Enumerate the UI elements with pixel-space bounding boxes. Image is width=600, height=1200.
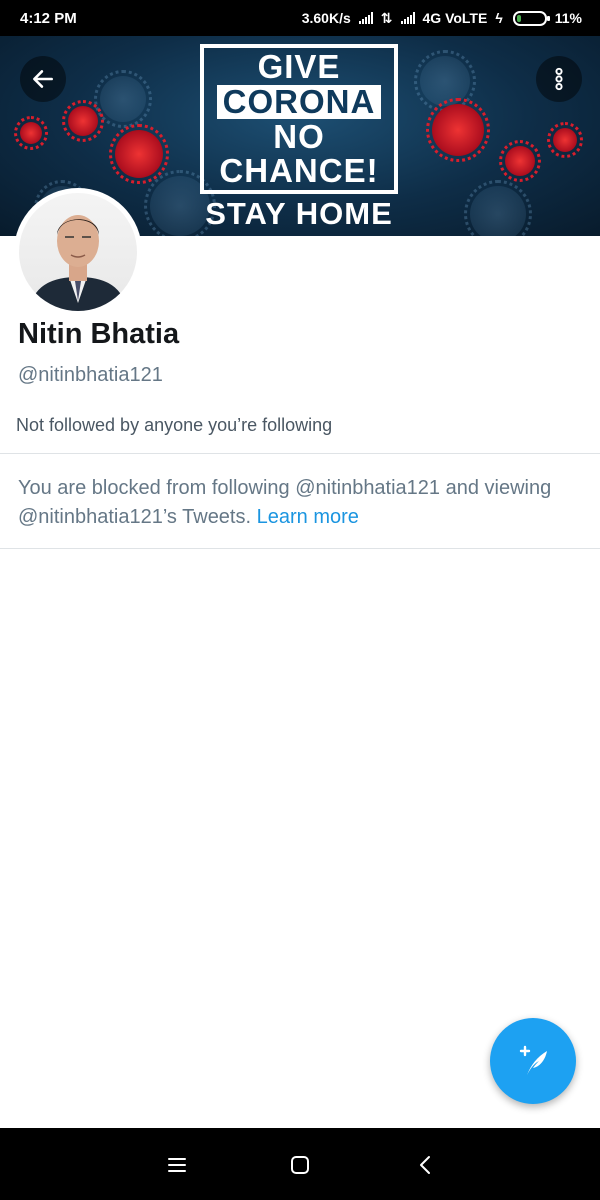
virus-image [109, 124, 169, 184]
menu-icon [168, 1158, 186, 1172]
virus-image [94, 70, 152, 128]
status-bar: 4:12 PM 3.60K/s ⇅ 4G VoLTE ϟ 11% [0, 0, 600, 36]
nav-back-button[interactable] [411, 1150, 441, 1180]
virus-image [464, 180, 532, 236]
blocked-notice: You are blocked from following @nitinbha… [18, 474, 588, 532]
divider [0, 453, 600, 454]
nav-home-button[interactable] [285, 1150, 315, 1180]
data-transfer-icon: ⇅ [380, 9, 393, 26]
followers-you-know-note: Not followed by anyone you’re following [16, 415, 333, 435]
virus-image [499, 140, 541, 182]
network-speed: 3.60K/s [301, 10, 351, 26]
more-options-button[interactable] [536, 56, 582, 102]
avatar[interactable] [14, 188, 142, 316]
virus-image [62, 100, 104, 142]
profile-photo-image [29, 215, 127, 311]
signal-icon [358, 12, 373, 24]
compose-tweet-icon [519, 1045, 547, 1075]
arrow-left-icon [33, 70, 53, 88]
battery-icon [512, 10, 550, 26]
banner-line-4: CHANCE! [219, 152, 379, 189]
banner-line-1: GIVE [257, 48, 341, 85]
divider [0, 548, 600, 549]
status-time: 4:12 PM [20, 9, 77, 27]
banner-line-3: NO [273, 118, 325, 155]
charging-icon: ϟ [495, 10, 503, 26]
banner-subline: STAY HOME [205, 196, 393, 231]
banner-line-2: CORONA [216, 85, 382, 119]
back-button[interactable] [20, 56, 66, 102]
more-vertical-icon [555, 67, 563, 91]
battery-fill [516, 14, 521, 22]
banner-slogan-box: GIVE CORONA NO CHANCE! [200, 44, 398, 194]
home-square-icon [291, 1156, 309, 1174]
learn-more-link[interactable]: Learn more [257, 506, 359, 528]
nav-menu-button[interactable] [162, 1150, 192, 1180]
profile-handle: @nitinbhatia121 [18, 364, 163, 386]
compose-tweet-button[interactable] [490, 1018, 576, 1104]
battery-percent: 11% [554, 10, 582, 26]
network-type: 4G VoLTE [422, 10, 488, 26]
avatar-photo [19, 193, 137, 311]
chevron-left-icon [420, 1156, 430, 1174]
virus-image [14, 116, 48, 150]
virus-image [547, 122, 583, 158]
status-indicators: 3.60K/s ⇅ 4G VoLTE ϟ 11% [302, 10, 582, 27]
profile-name: Nitin Bhatia [18, 318, 180, 350]
virus-image [426, 98, 490, 162]
system-nav-bar [0, 1128, 600, 1200]
signal-icon-2 [400, 12, 415, 24]
